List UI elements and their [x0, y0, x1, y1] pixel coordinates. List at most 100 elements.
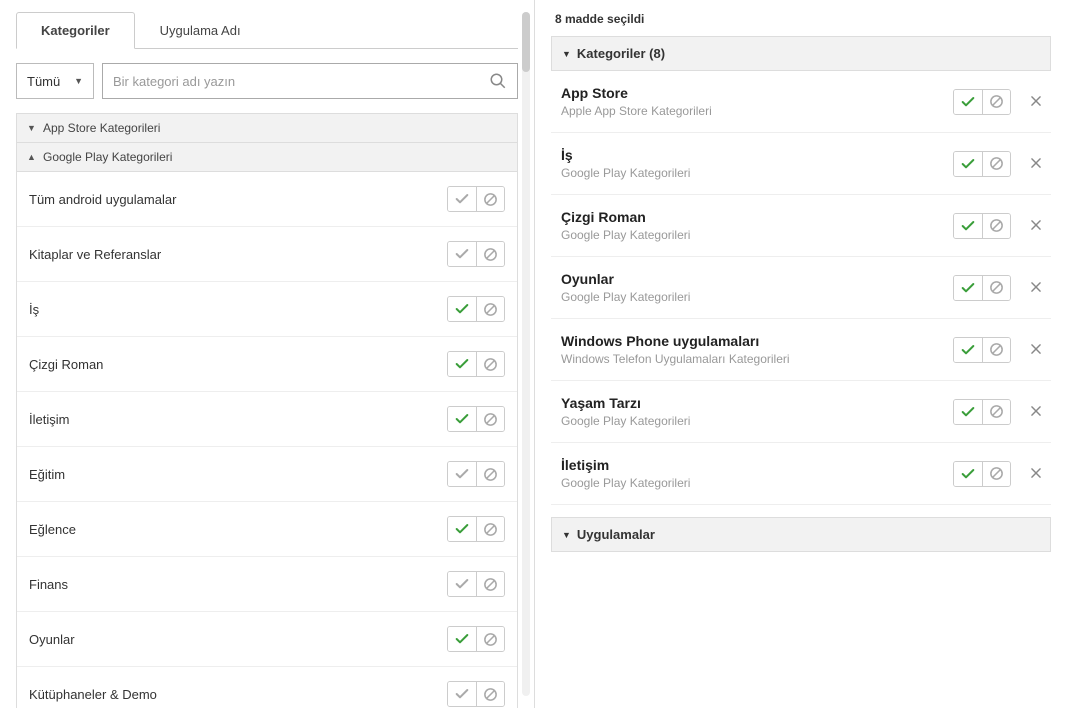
- include-button[interactable]: [448, 297, 476, 321]
- exclude-button[interactable]: [982, 152, 1010, 176]
- include-button[interactable]: [448, 407, 476, 431]
- selected-title: Oyunlar: [561, 271, 953, 287]
- exclude-button[interactable]: [982, 90, 1010, 114]
- button-group: [447, 241, 505, 267]
- category-label: İş: [29, 302, 39, 317]
- chevron-down-icon: ▼: [74, 76, 83, 86]
- button-group: [953, 275, 1011, 301]
- exclude-button[interactable]: [476, 187, 504, 211]
- include-button[interactable]: [954, 338, 982, 362]
- include-button[interactable]: [954, 214, 982, 238]
- chevron-down-icon: ▼: [562, 49, 571, 59]
- exclude-button[interactable]: [476, 572, 504, 596]
- exclude-button[interactable]: [476, 517, 504, 541]
- include-button[interactable]: [448, 242, 476, 266]
- close-icon[interactable]: [1029, 342, 1045, 358]
- filter-dropdown[interactable]: Tümü ▼: [16, 63, 94, 99]
- exclude-button[interactable]: [476, 462, 504, 486]
- button-group: [447, 186, 505, 212]
- selected-item: Yaşam Tarzı Google Play Kategorileri: [551, 381, 1051, 443]
- accordion-app-store[interactable]: ▼ App Store Kategorileri: [16, 113, 518, 143]
- include-button[interactable]: [448, 517, 476, 541]
- include-button[interactable]: [448, 462, 476, 486]
- exclude-button[interactable]: [476, 297, 504, 321]
- include-button[interactable]: [448, 572, 476, 596]
- close-icon[interactable]: [1029, 404, 1045, 420]
- include-button[interactable]: [448, 352, 476, 376]
- list-item: Tüm android uygulamalar: [17, 172, 517, 227]
- exclude-button[interactable]: [476, 682, 504, 706]
- category-label: Kütüphaneler & Demo: [29, 687, 157, 702]
- button-group: [953, 461, 1011, 487]
- list-item: Kütüphaneler & Demo: [17, 667, 517, 708]
- close-icon[interactable]: [1029, 466, 1045, 482]
- tabs: Kategoriler Uygulama Adı: [16, 12, 518, 49]
- selected-item: İş Google Play Kategorileri: [551, 133, 1051, 195]
- category-label: Eğitim: [29, 467, 65, 482]
- include-button[interactable]: [448, 187, 476, 211]
- search-input[interactable]: [113, 74, 489, 89]
- selected-subtitle: Apple App Store Kategorileri: [561, 104, 953, 118]
- accordion-label: Google Play Kategorileri: [43, 150, 172, 164]
- exclude-button[interactable]: [476, 407, 504, 431]
- selected-item: App Store Apple App Store Kategorileri: [551, 71, 1051, 133]
- accordion-selected-categories[interactable]: ▼ Kategoriler (8): [551, 36, 1051, 71]
- selected-count: 8 madde seçildi: [551, 12, 1055, 26]
- include-button[interactable]: [954, 90, 982, 114]
- button-group: [447, 571, 505, 597]
- selected-item: Windows Phone uygulamaları Windows Telef…: [551, 319, 1051, 381]
- exclude-button[interactable]: [982, 462, 1010, 486]
- selected-item: Oyunlar Google Play Kategorileri: [551, 257, 1051, 319]
- exclude-button[interactable]: [982, 214, 1010, 238]
- close-icon[interactable]: [1029, 218, 1045, 234]
- close-icon[interactable]: [1029, 280, 1045, 296]
- include-button[interactable]: [954, 400, 982, 424]
- tab-categories[interactable]: Kategoriler: [16, 12, 135, 49]
- selected-subtitle: Google Play Kategorileri: [561, 228, 953, 242]
- include-button[interactable]: [954, 152, 982, 176]
- exclude-button[interactable]: [982, 338, 1010, 362]
- chevron-down-icon: ▼: [27, 123, 37, 133]
- selected-subtitle: Google Play Kategorileri: [561, 414, 953, 428]
- button-group: [447, 406, 505, 432]
- exclude-button[interactable]: [982, 400, 1010, 424]
- include-button[interactable]: [448, 627, 476, 651]
- selected-title: İletişim: [561, 457, 953, 473]
- category-label: Eğlence: [29, 522, 76, 537]
- category-label: Kitaplar ve Referanslar: [29, 247, 161, 262]
- scroll-thumb[interactable]: [522, 12, 530, 72]
- right-panel: 8 madde seçildi ▼ Kategoriler (8) App St…: [535, 0, 1071, 708]
- right-scroll: ▼ Kategoriler (8) App Store Apple App St…: [551, 36, 1055, 552]
- scrollbar[interactable]: [522, 12, 530, 696]
- button-group: [447, 296, 505, 322]
- dropdown-label: Tümü: [27, 74, 60, 89]
- list-item: İletişim: [17, 392, 517, 447]
- include-button[interactable]: [954, 462, 982, 486]
- button-group: [447, 681, 505, 707]
- selected-subtitle: Google Play Kategorileri: [561, 476, 953, 490]
- accordion-label: Uygulamalar: [577, 527, 655, 542]
- include-button[interactable]: [448, 682, 476, 706]
- tab-app-name[interactable]: Uygulama Adı: [135, 12, 266, 49]
- close-icon[interactable]: [1029, 156, 1045, 172]
- accordion-google-play[interactable]: ▲ Google Play Kategorileri: [16, 143, 518, 172]
- selected-list: App Store Apple App Store Kategorileri İ…: [551, 71, 1051, 505]
- search-icon: [489, 72, 507, 90]
- category-label: İletişim: [29, 412, 69, 427]
- button-group: [447, 626, 505, 652]
- list-item: İş: [17, 282, 517, 337]
- accordion-selected-apps[interactable]: ▼ Uygulamalar: [551, 517, 1051, 552]
- category-label: Tüm android uygulamalar: [29, 192, 176, 207]
- list-item: Eğitim: [17, 447, 517, 502]
- exclude-button[interactable]: [476, 352, 504, 376]
- button-group: [953, 213, 1011, 239]
- exclude-button[interactable]: [476, 627, 504, 651]
- selected-subtitle: Google Play Kategorileri: [561, 290, 953, 304]
- chevron-down-icon: ▼: [562, 530, 571, 540]
- button-group: [447, 351, 505, 377]
- exclude-button[interactable]: [476, 242, 504, 266]
- include-button[interactable]: [954, 276, 982, 300]
- close-icon[interactable]: [1029, 94, 1045, 110]
- exclude-button[interactable]: [982, 276, 1010, 300]
- button-group: [953, 399, 1011, 425]
